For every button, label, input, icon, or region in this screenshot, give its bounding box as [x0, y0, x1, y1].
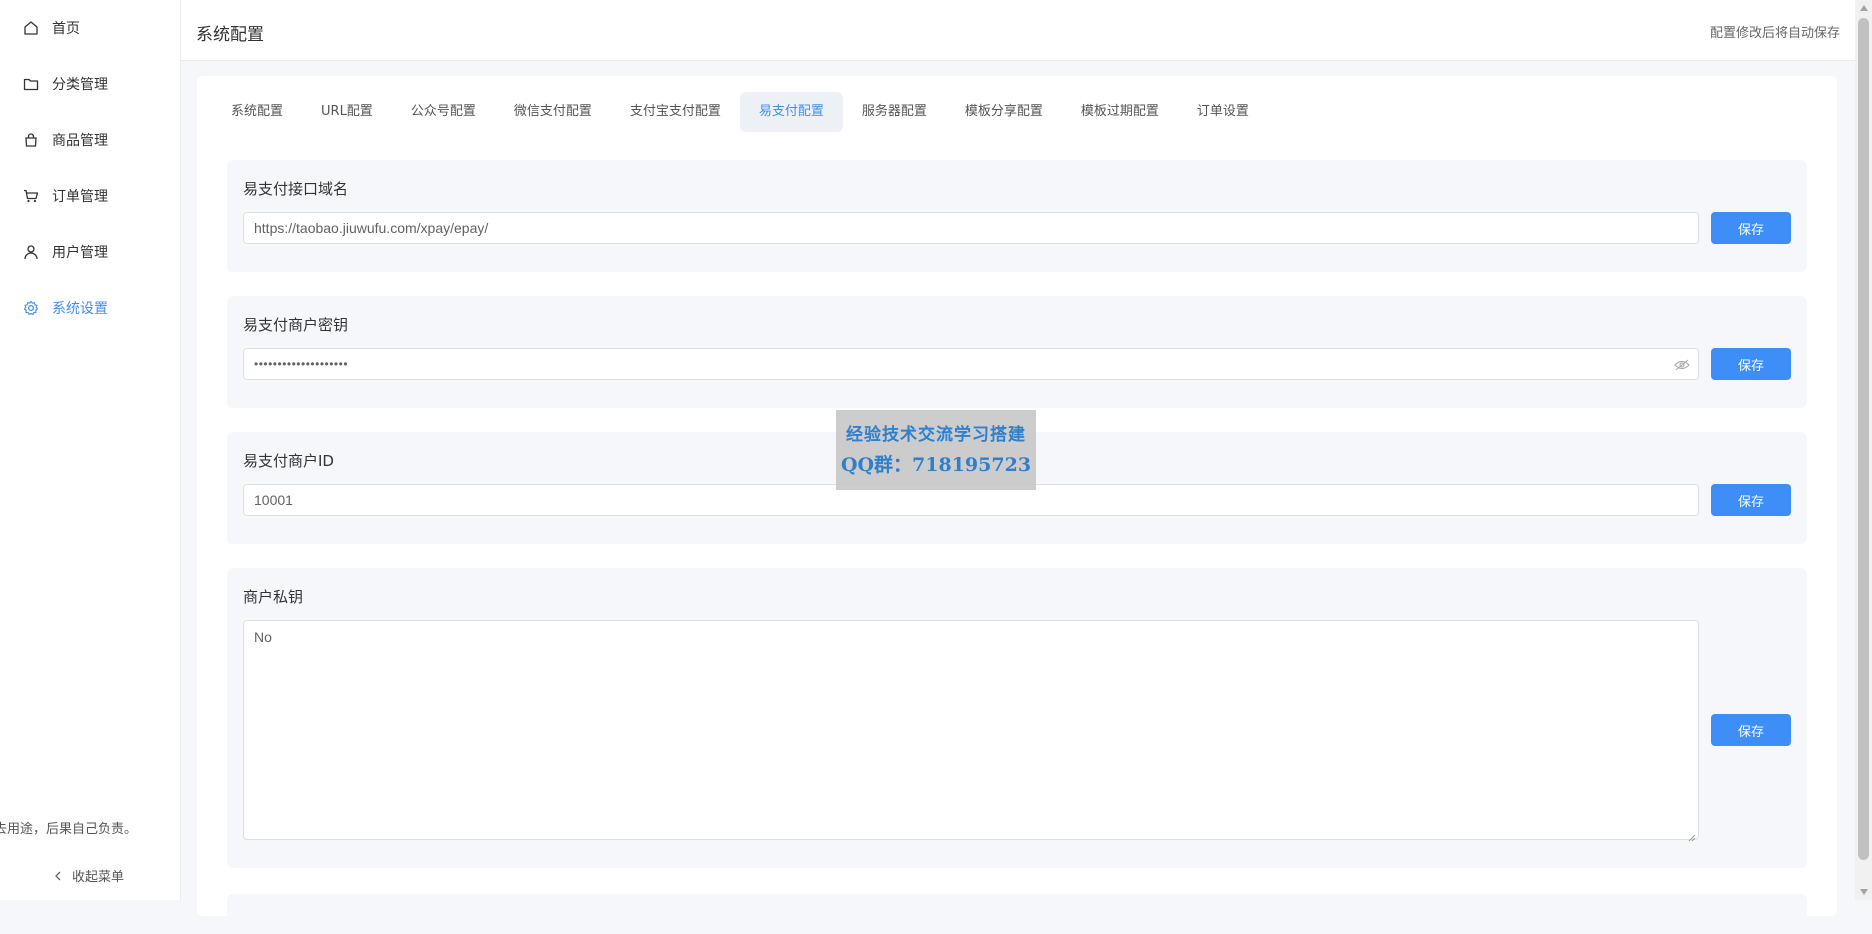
tab-template-share-config[interactable]: 模板分享配置: [946, 92, 1062, 132]
collapse-menu-label: 收起菜单: [72, 870, 125, 885]
eye-icon[interactable]: [1674, 358, 1690, 371]
field-label: 商户私钥: [243, 588, 304, 606]
field-label: 易支付接口域名: [243, 180, 349, 198]
scrollbar-thumb[interactable]: [1858, 18, 1869, 860]
sidebar-item-label: 首页: [52, 21, 80, 37]
save-button[interactable]: 保存: [1711, 714, 1791, 746]
field-label: 易支付商户密钥: [243, 316, 349, 334]
tab-alipay-config[interactable]: 支付宝支付配置: [611, 92, 740, 132]
tab-system-config[interactable]: 系统配置: [212, 92, 302, 132]
field-block-merchant-key: 易支付商户密钥 •••••••••••••••••••• 保存: [227, 296, 1807, 408]
sidebar-item-products[interactable]: 商品管理: [22, 126, 108, 154]
private-key-value: No: [254, 629, 272, 645]
tab-wechat-pay-config[interactable]: 微信支付配置: [495, 92, 611, 132]
home-icon: [22, 19, 40, 37]
scroll-down-arrow-icon[interactable]: [1860, 889, 1868, 895]
watermark-overlay: 经验技术交流学习搭建 QQ群：718195723: [836, 410, 1036, 490]
field-block-next: [227, 894, 1807, 934]
cart-icon: [22, 187, 40, 205]
tab-official-account-config[interactable]: 公众号配置: [392, 92, 495, 132]
sidebar-item-label: 商品管理: [52, 133, 108, 149]
folder-icon: [22, 75, 40, 93]
sidebar: 首页 分类管理 商品管理 订单管理 用户管理 系统设置 去用途，后果自己负责。: [0, 0, 181, 900]
sidebar-item-label: 用户管理: [52, 245, 108, 261]
private-key-textarea[interactable]: No: [243, 620, 1699, 842]
tab-server-config[interactable]: 服务器配置: [843, 92, 946, 132]
sidebar-item-category[interactable]: 分类管理: [22, 70, 108, 98]
gear-icon: [22, 299, 40, 317]
save-button[interactable]: 保存: [1711, 484, 1791, 516]
header: 系统配置 配置修改后将自动保存: [181, 0, 1855, 61]
sidebar-item-users[interactable]: 用户管理: [22, 238, 108, 266]
save-button[interactable]: 保存: [1711, 348, 1791, 380]
save-button[interactable]: 保存: [1711, 212, 1791, 244]
config-tabs: 系统配置 URL配置 公众号配置 微信支付配置 支付宝支付配置 易支付配置 服务…: [212, 92, 1268, 132]
sidebar-item-label: 系统设置: [52, 301, 108, 317]
chevron-left-icon: [52, 870, 64, 882]
merchant-key-value: ••••••••••••••••••••: [254, 357, 349, 371]
sidebar-item-settings[interactable]: 系统设置: [22, 294, 108, 322]
page-title: 系统配置: [196, 25, 264, 45]
field-block-api-domain: 易支付接口域名 https://taobao.jiuwufu.com/xpay/…: [227, 160, 1807, 272]
api-domain-input[interactable]: https://taobao.jiuwufu.com/xpay/epay/: [243, 212, 1699, 244]
shopping-bag-icon: [22, 131, 40, 149]
config-card: 系统配置 URL配置 公众号配置 微信支付配置 支付宝支付配置 易支付配置 服务…: [197, 76, 1837, 934]
user-icon: [22, 243, 40, 261]
sidebar-item-label: 分类管理: [52, 77, 108, 93]
field-label: 易支付商户ID: [243, 452, 334, 470]
resize-grip-icon[interactable]: [1688, 829, 1696, 842]
sidebar-disclaimer: 去用途，后果自己负责。: [0, 822, 138, 837]
watermark-line2: QQ群：718195723: [840, 454, 1032, 476]
scroll-up-arrow-icon[interactable]: [1860, 5, 1868, 11]
scrollbar[interactable]: [1855, 0, 1872, 900]
watermark-line1: 经验技术交流学习搭建: [846, 425, 1026, 445]
tab-template-expiry-config[interactable]: 模板过期配置: [1062, 92, 1178, 132]
tab-order-settings[interactable]: 订单设置: [1178, 92, 1268, 132]
sidebar-item-label: 订单管理: [52, 189, 108, 205]
sidebar-item-home[interactable]: 首页: [22, 14, 80, 42]
tab-url-config[interactable]: URL配置: [302, 92, 392, 132]
autosave-note: 配置修改后将自动保存: [1709, 26, 1840, 41]
sidebar-item-orders[interactable]: 订单管理: [22, 182, 108, 210]
field-block-private-key: 商户私钥 No 保存: [227, 568, 1807, 868]
tab-epay-config[interactable]: 易支付配置: [739, 92, 843, 132]
merchant-key-input[interactable]: ••••••••••••••••••••: [243, 348, 1699, 380]
collapse-menu-button[interactable]: 收起菜单: [52, 866, 124, 885]
